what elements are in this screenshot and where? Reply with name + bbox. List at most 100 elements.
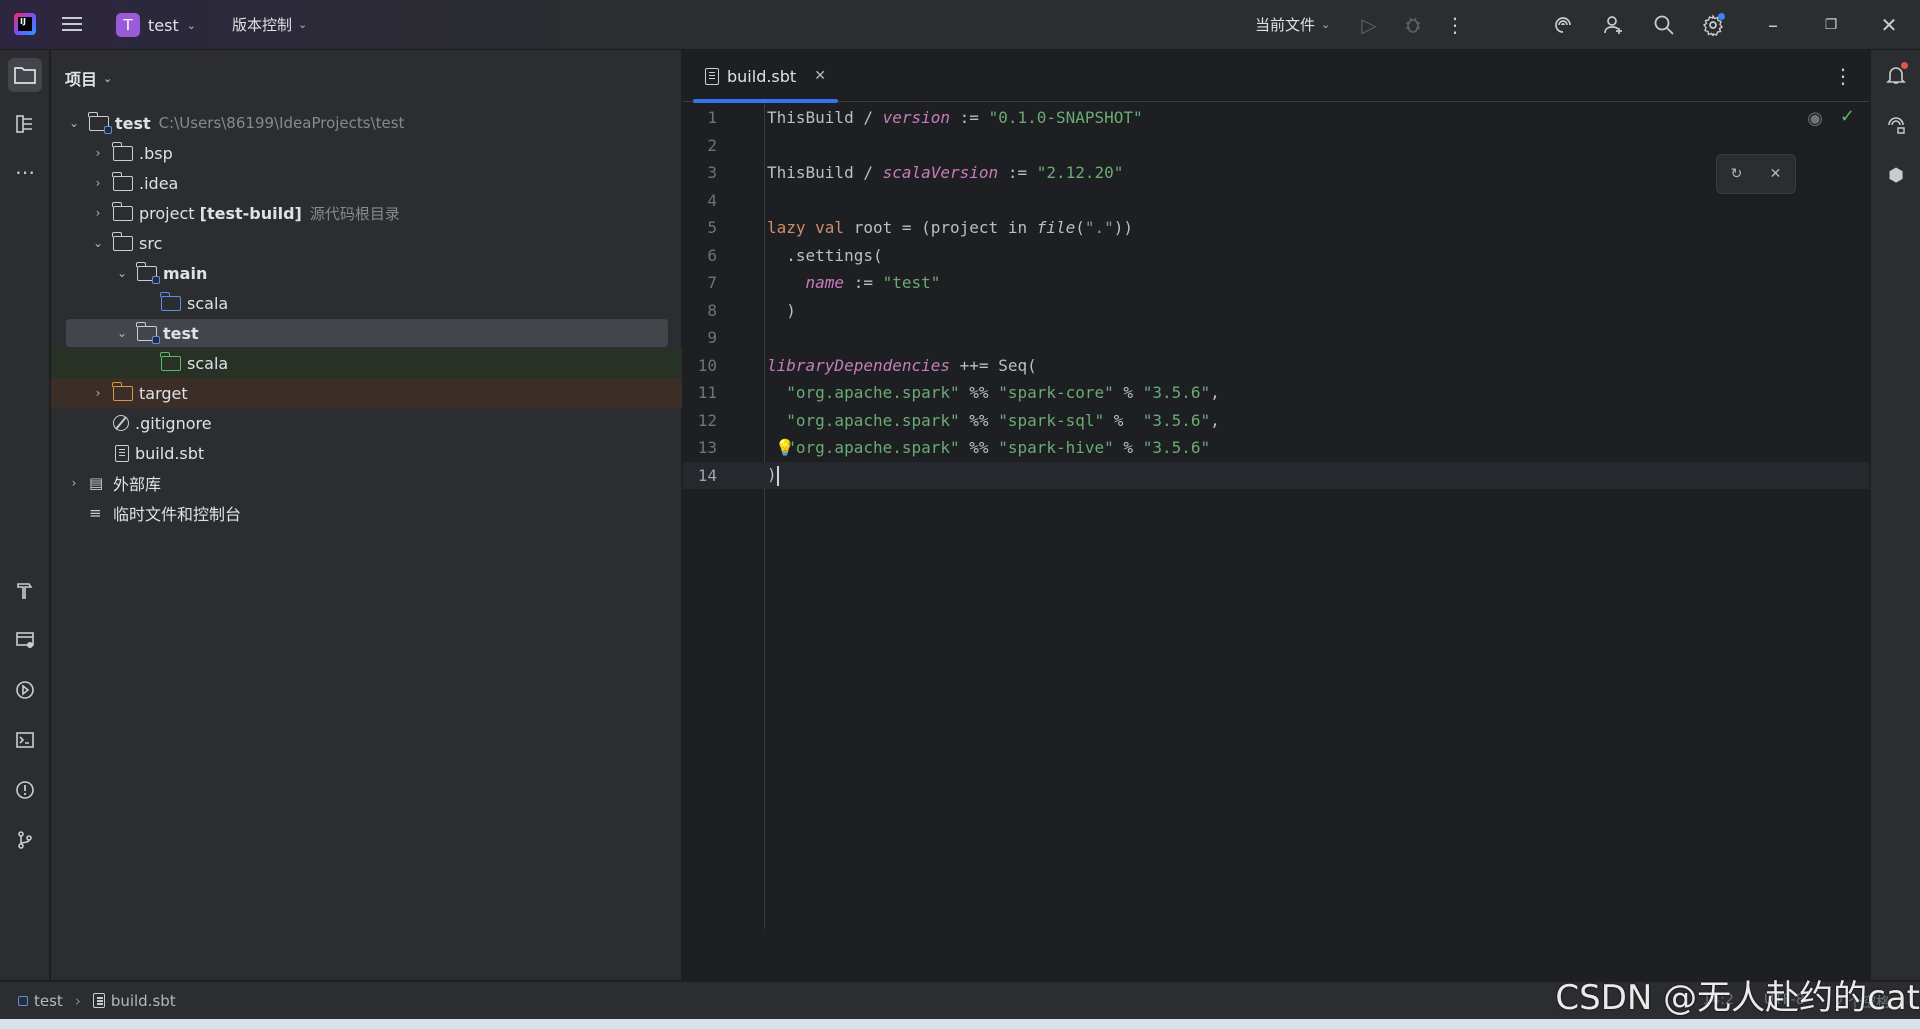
- editor-area: build.sbt ✕ ⋮ ◉ ✓ ↻ ✕ 1 ThisBuild / vers…: [683, 50, 1869, 980]
- code-line[interactable]: 10 libraryDependencies ++= Seq(: [683, 352, 1869, 380]
- tab-actions-icon[interactable]: ⋮: [1833, 64, 1853, 88]
- chevron-down-icon: ⌄: [116, 326, 128, 340]
- search-icon[interactable]: [1651, 12, 1677, 38]
- ai-chat-icon[interactable]: [1883, 112, 1909, 138]
- terminal-icon[interactable]: [8, 723, 42, 757]
- code-text: ): [767, 300, 796, 320]
- editor-tab-bar: build.sbt ✕ ⋮: [683, 50, 1869, 103]
- project-name: test: [148, 15, 179, 35]
- sbt-tool-icon[interactable]: ⬢: [1883, 162, 1909, 188]
- intellij-logo-icon[interactable]: IJ: [14, 13, 36, 35]
- excluded-folder-icon: [112, 381, 133, 401]
- module-icon: [18, 995, 28, 1006]
- code-line[interactable]: 12 "org.apache.spark" %% "spark-sql" % "…: [683, 407, 1869, 435]
- sbt-file-icon: [92, 993, 105, 1008]
- build-hammer-icon[interactable]: [8, 573, 42, 607]
- settings-gear-icon[interactable]: [1700, 12, 1726, 38]
- code-text: name := "test": [805, 273, 941, 293]
- minimize-icon[interactable]: –: [1760, 12, 1786, 38]
- taskbar-edge: [0, 1019, 1920, 1029]
- project-panel: 项目 ⌄ ⌄ test C:\Users\86199\IdeaProjects\…: [51, 50, 682, 980]
- tree-item-root[interactable]: ⌄ test C:\Users\86199\IdeaProjects\test: [51, 108, 682, 138]
- code-line[interactable]: 4: [683, 187, 1869, 215]
- add-user-icon[interactable]: [1601, 12, 1627, 38]
- module-folder-icon: [88, 111, 112, 134]
- breadcrumb-file[interactable]: build.sbt: [92, 992, 176, 1010]
- problems-icon[interactable]: [8, 773, 42, 807]
- tree-item-main[interactable]: ⌄ main: [51, 258, 682, 288]
- tree-item-test-scala[interactable]: scala: [51, 348, 682, 378]
- tree-item-build-sbt[interactable]: build.sbt: [51, 438, 682, 468]
- code-text: ): [767, 465, 779, 486]
- ai-assistant-icon[interactable]: [1550, 12, 1576, 38]
- tree-item-idea[interactable]: › .idea: [51, 168, 682, 198]
- tree-item-gitignore[interactable]: .gitignore: [51, 408, 682, 438]
- code-line[interactable]: 6 .settings(: [683, 242, 1869, 270]
- project-view-selector[interactable]: 项目 ⌄: [65, 66, 112, 90]
- sbt-file-icon: [705, 67, 719, 85]
- right-tool-strip: ⬢: [1870, 50, 1920, 980]
- code-text: ThisBuild / scalaVersion := "2.12.20": [767, 163, 1124, 183]
- main-menu-button[interactable]: [60, 13, 84, 37]
- code-line[interactable]: 1 ThisBuild / version := "0.1.0-SNAPSHOT…: [683, 104, 1869, 132]
- source-root-folder-icon: [112, 201, 133, 221]
- sbt-file-icon: [115, 444, 129, 462]
- test-folder-icon: [160, 351, 181, 371]
- code-line[interactable]: 8 ): [683, 297, 1869, 325]
- tree-item-bsp[interactable]: › .bsp: [51, 138, 682, 168]
- tree-item-main-scala[interactable]: scala: [51, 288, 682, 318]
- project-badge: T: [116, 13, 140, 37]
- structure-icon[interactable]: [8, 107, 42, 141]
- vcs-menu[interactable]: 版本控制 ⌄: [232, 14, 307, 35]
- run-config-selector[interactable]: 当前文件 ⌄: [1255, 14, 1330, 35]
- chevron-down-icon: ⌄: [92, 236, 104, 250]
- code-line-current[interactable]: 14 ): [683, 461, 1869, 489]
- run-tool-icon[interactable]: [8, 673, 42, 707]
- project-switcher[interactable]: T test ⌄: [116, 12, 196, 38]
- left-tool-strip: ⋯: [0, 50, 50, 980]
- restore-icon[interactable]: ❐: [1818, 12, 1844, 38]
- title-bar: IJ T test ⌄ 版本控制 ⌄ 当前文件 ⌄ ▷ ⋮ – ❐ ✕: [0, 0, 1920, 50]
- tree-item-target[interactable]: › target: [51, 378, 682, 408]
- git-branch-icon[interactable]: [8, 823, 42, 857]
- more-actions-icon[interactable]: ⋮: [1442, 12, 1468, 38]
- close-icon[interactable]: ✕: [814, 68, 826, 84]
- tree-item-src[interactable]: ⌄ src: [51, 228, 682, 258]
- run-icon[interactable]: ▷: [1356, 12, 1382, 38]
- tab-build-sbt[interactable]: build.sbt ✕: [693, 50, 838, 103]
- scratches-icon: ≡: [89, 504, 102, 522]
- module-folder-icon: [136, 321, 160, 344]
- notification-dot: [1901, 62, 1908, 69]
- close-window-icon[interactable]: ✕: [1876, 12, 1902, 38]
- code-line[interactable]: 11 "org.apache.spark" %% "spark-core" % …: [683, 379, 1869, 407]
- chevron-down-icon: ⌄: [103, 71, 113, 85]
- code-text: "org.apache.spark" %% "spark-core" % "3.…: [786, 383, 1220, 403]
- breadcrumb-separator-icon: ›: [74, 991, 81, 1010]
- more-tools-icon[interactable]: ⋯: [8, 155, 42, 189]
- chevron-down-icon: ⌄: [116, 266, 128, 280]
- folder-icon: [112, 141, 133, 161]
- source-folder-icon: [160, 291, 181, 311]
- chevron-right-icon: ›: [95, 206, 101, 220]
- tree-item-scratches[interactable]: ≡ 临时文件和控制台: [51, 498, 682, 528]
- code-line[interactable]: 9: [683, 324, 1869, 352]
- notifications-bell-icon[interactable]: [1883, 62, 1909, 88]
- code-line[interactable]: 2: [683, 132, 1869, 160]
- code-line[interactable]: 7 name := "test": [683, 269, 1869, 297]
- tree-item-test[interactable]: ⌄ test: [51, 318, 682, 348]
- tree-item-project[interactable]: › project [test-build] 源代码根目录: [51, 198, 682, 228]
- chevron-right-icon: ›: [95, 176, 101, 190]
- debug-icon[interactable]: [1400, 12, 1426, 38]
- folder-icon: [112, 171, 133, 191]
- code-line[interactable]: 13 💡 "org.apache.spark" %% "spark-hive" …: [683, 434, 1869, 462]
- code-line[interactable]: 3 ThisBuild / scalaVersion := "2.12.20": [683, 159, 1869, 187]
- chevron-right-icon: ›: [95, 386, 101, 400]
- breadcrumb-project[interactable]: test: [18, 992, 63, 1010]
- project-tool-folder-icon[interactable]: [8, 58, 42, 92]
- tree-item-external-libraries[interactable]: › ▤ 外部库: [51, 468, 682, 498]
- code-text: "org.apache.spark" %% "spark-hive" % "3.…: [786, 438, 1211, 458]
- code-line[interactable]: 5 lazy val root = (project in file(".")): [683, 214, 1869, 242]
- code-text: .settings(: [767, 245, 883, 265]
- services-icon[interactable]: [8, 623, 42, 657]
- chevron-down-icon: ⌄: [68, 116, 80, 130]
